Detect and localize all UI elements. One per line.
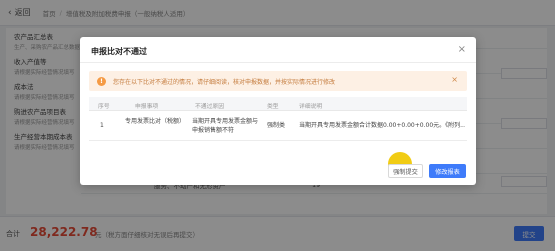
row-index: 1: [100, 122, 104, 129]
row-type: 强制类: [267, 122, 286, 129]
column-header: 类型: [267, 104, 279, 110]
modify-report-button[interactable]: 修改报表: [429, 164, 466, 178]
dialog-divider: [80, 62, 476, 63]
row-reason: 当期开具专用发票金额与申报销售额不符: [192, 118, 259, 134]
table-row: 1 专用发票比对（税额） 当期开具专用发票金额与申报销售额不符 强制类 当期开具…: [89, 111, 467, 141]
comparison-table: 序号 申报事项 不通过原因 类型 详细说明 1 专用发票比对（税额） 当期开具专…: [89, 97, 467, 141]
dialog-title: 申报比对不通过: [91, 47, 147, 56]
force-submit-button[interactable]: 强制提交: [388, 164, 423, 178]
warning-icon: !: [97, 76, 106, 86]
warning-alert: ! 您存在以下比对不通过的情况，请仔细阅读，核对申报数据，并按实际情况进行修改 …: [89, 71, 467, 91]
alert-text: 您存在以下比对不通过的情况，请仔细阅读，核对申报数据，并按实际情况进行修改: [113, 78, 336, 86]
table-header: 序号 申报事项 不通过原因 类型 详细说明: [89, 97, 467, 111]
column-header: 序号: [98, 104, 110, 110]
column-header: 不通过原因: [195, 104, 224, 110]
row-item: 专用发票比对（税额）: [125, 118, 186, 125]
column-header: 详细说明: [299, 104, 323, 110]
alert-close-icon[interactable]: ×: [451, 75, 458, 84]
close-icon[interactable]: ×: [458, 44, 466, 55]
comparison-failed-dialog: 申报比对不通过 × ! 您存在以下比对不通过的情况，请仔细阅读，核对申报数据，并…: [80, 37, 476, 185]
column-header: 申报事项: [135, 104, 159, 110]
row-detail: 当期开具专用发票金额合计数据0.00+0.00+0.00元。《附列...: [299, 122, 465, 129]
